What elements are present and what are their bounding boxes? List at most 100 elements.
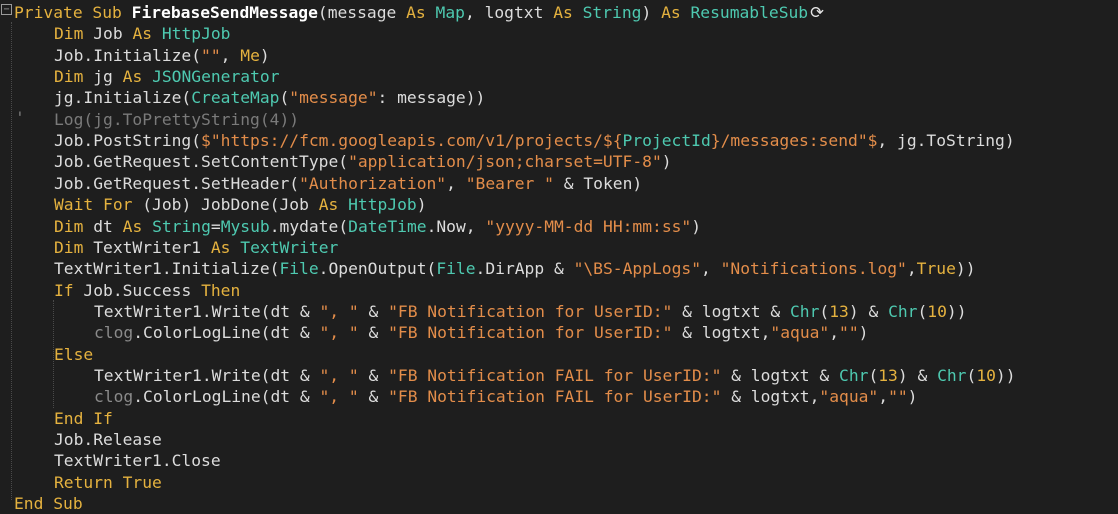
code-token: ", " <box>319 301 359 321</box>
code-token: , <box>829 323 840 343</box>
code-line[interactable]: Job.GetRequest.SetContentType("applicati… <box>54 151 672 172</box>
indent-guide <box>11 22 12 500</box>
code-token: & Token) <box>553 173 643 193</box>
code-line[interactable]: Job.Initialize("", Me) <box>54 45 270 66</box>
code-token: .mydate( <box>269 216 349 236</box>
code-token: , <box>446 173 466 193</box>
code-token: Map <box>435 3 465 22</box>
code-token: HttpJob <box>348 195 417 215</box>
code-token: , jg.ToString) <box>877 131 1015 151</box>
code-token: jg.Initialize( <box>54 88 192 108</box>
code-line[interactable]: Private Sub FirebaseSendMessage(message … <box>14 2 808 23</box>
code-token: TextWriter <box>240 237 339 257</box>
code-token: Chr <box>839 365 869 385</box>
code-token: End Sub <box>14 494 83 514</box>
code-token: Dim <box>54 24 94 44</box>
code-editor[interactable]: − ' ⟳ Private Sub FirebaseSendMessage(me… <box>0 0 1118 514</box>
code-line[interactable]: Job.PostString($"https://fcm.googleapis.… <box>54 130 1015 151</box>
code-token: Dim <box>54 67 94 87</box>
code-line[interactable]: Log(jg.ToPrettyString(4)) <box>54 109 299 130</box>
code-line[interactable]: Else <box>54 344 93 365</box>
code-token: "\BS-AppLogs" <box>573 259 701 279</box>
code-token: , <box>220 45 241 65</box>
code-token: Wait For <box>54 195 143 215</box>
code-token: TextWriter1.Write(dt & <box>94 365 320 385</box>
code-token: Private Sub <box>14 3 132 22</box>
code-token: Dim <box>54 237 94 257</box>
code-token: As <box>122 67 153 87</box>
code-line[interactable]: TextWriter1.Write(dt & ", " & "FB Notifi… <box>94 365 1016 386</box>
code-line[interactable]: End If <box>54 408 113 429</box>
code-token: "FB Notification for UserID:" <box>388 323 673 343</box>
code-line[interactable]: Wait For (Job) JobDone(Job As HttpJob) <box>54 194 427 215</box>
code-line[interactable]: clog.ColorLogLine(dt & ", " & "FB Notifi… <box>94 322 868 343</box>
code-token: & logtxt, <box>721 387 820 407</box>
code-token: , <box>878 387 889 407</box>
code-token: ( <box>819 301 830 321</box>
code-token: Dim <box>54 216 94 236</box>
code-line[interactable]: TextWriter1.Initialize(File.OpenOutput(F… <box>54 258 976 279</box>
code-line[interactable]: clog.ColorLogLine(dt & ", " & "FB Notifi… <box>94 386 917 407</box>
code-token: "FB Notification for UserID:" <box>388 301 673 321</box>
fold-collapse-icon[interactable]: − <box>1 4 12 15</box>
code-token: clog <box>94 387 134 407</box>
code-token: "aqua" <box>770 323 830 343</box>
code-token: , logtxt <box>464 3 554 22</box>
code-token: 13 <box>829 301 849 321</box>
code-token: & <box>358 301 389 321</box>
code-token: & logtxt & <box>672 301 790 321</box>
code-token: )) <box>955 259 976 279</box>
code-token: JSONGenerator <box>152 67 280 87</box>
code-token: , <box>906 259 917 279</box>
code-token: "FB Notification FAIL for UserID:" <box>388 387 722 407</box>
code-line[interactable]: TextWriter1.Write(dt & ", " & "FB Notifi… <box>94 301 967 322</box>
code-token: ) <box>691 216 702 236</box>
code-token: & <box>358 365 389 385</box>
code-line[interactable]: Dim TextWriter1 As TextWriter <box>54 237 338 258</box>
code-line[interactable]: Job.GetRequest.SetHeader("Authorization"… <box>54 173 642 194</box>
code-token: ) & <box>848 301 889 321</box>
code-token: HttpJob <box>161 24 231 44</box>
code-line[interactable]: Return True <box>54 472 162 493</box>
code-token: Else <box>54 344 94 364</box>
code-token: .OpenOutput( <box>318 259 437 279</box>
code-token: Return True <box>54 472 162 492</box>
code-line[interactable]: TextWriter1.Close <box>54 450 221 471</box>
code-line[interactable]: Job.Release <box>54 429 162 450</box>
code-token: ) <box>661 152 672 172</box>
code-token: .DirApp & <box>475 259 574 279</box>
code-token: & <box>358 387 389 407</box>
code-token: ) <box>907 387 918 407</box>
code-token: TextWriter1 <box>93 237 211 257</box>
resumable-sub-icon: ⟳ <box>810 3 824 22</box>
code-token: Then <box>201 280 241 300</box>
code-line[interactable]: Dim dt As String=Mysub.mydate(DateTime.N… <box>54 216 701 237</box>
code-token: CreateMap <box>191 88 280 108</box>
code-token: Log(jg.ToPrettyString(4)) <box>54 109 300 129</box>
code-token: jg <box>93 67 123 87</box>
code-token: "aqua" <box>819 387 879 407</box>
code-line[interactable]: Dim jg As JSONGenerator <box>54 66 280 87</box>
code-token: Job.GetRequest.SetContentType( <box>54 152 349 172</box>
comment-marker: ' <box>15 108 25 127</box>
code-token: = <box>210 216 221 236</box>
code-token: String <box>152 216 211 236</box>
code-token: ) & <box>897 365 938 385</box>
code-line[interactable]: If Job.Success Then <box>54 280 240 301</box>
code-token: Me <box>240 45 260 65</box>
code-line[interactable]: End Sub <box>14 493 83 514</box>
code-token: 10 <box>927 301 947 321</box>
code-token: ProjectId <box>622 131 711 151</box>
code-line[interactable]: jg.Initialize(CreateMap("message": messa… <box>54 87 485 108</box>
code-line[interactable]: Dim Job As HttpJob <box>54 23 230 44</box>
code-token: ", " <box>319 365 359 385</box>
code-token: ) <box>259 45 270 65</box>
code-token: 10 <box>976 365 996 385</box>
code-token: ) <box>858 323 869 343</box>
code-token: "" <box>201 45 221 65</box>
code-token: ", " <box>319 387 359 407</box>
code-token: ( <box>966 365 977 385</box>
code-token: TextWriter1.Initialize( <box>54 259 280 279</box>
code-token: ) <box>416 195 427 215</box>
code-token: 13 <box>878 365 898 385</box>
